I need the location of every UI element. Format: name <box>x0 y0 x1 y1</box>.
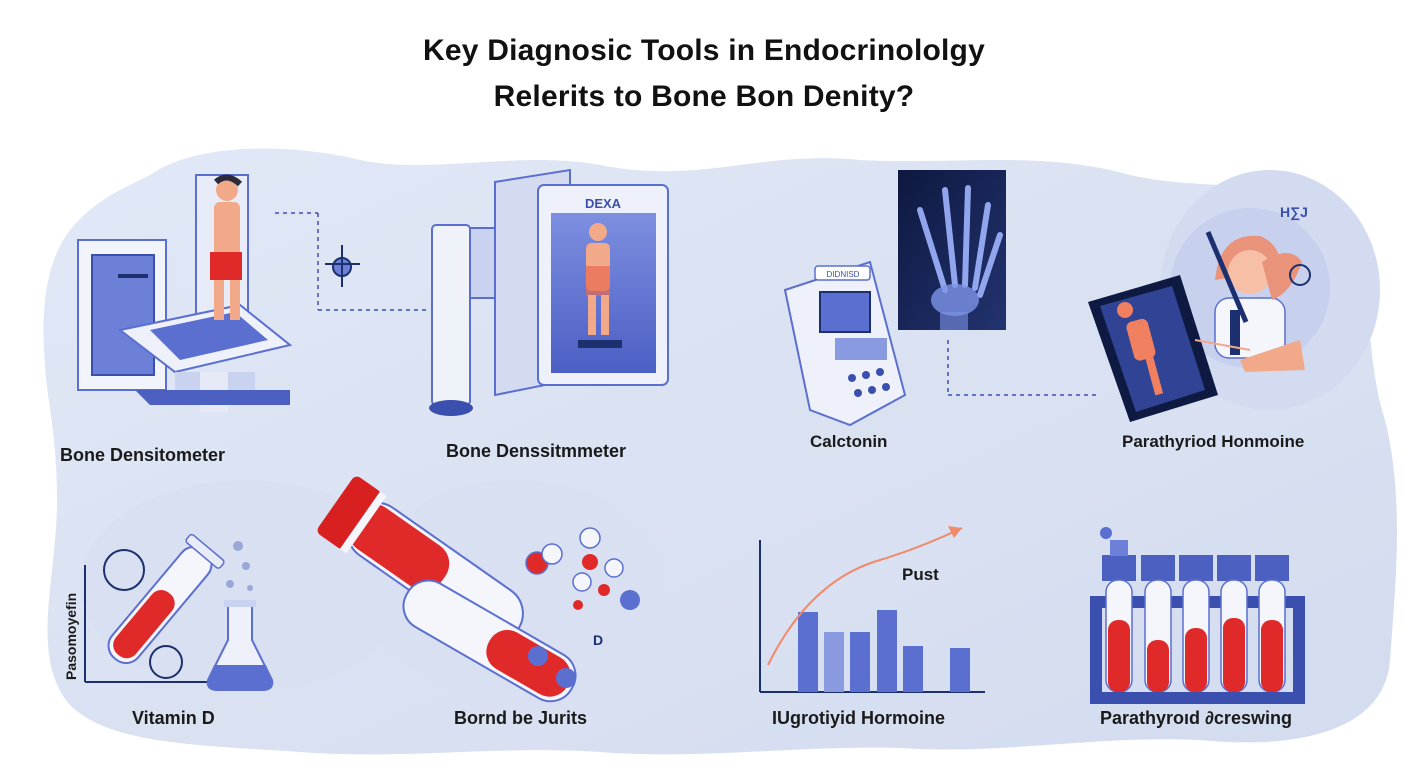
dexa-screen-text: DEXA <box>585 196 622 211</box>
hand-xray-icon <box>898 170 1006 330</box>
label-tube-rack: Parathyroıd ∂creswing <box>1100 708 1292 728</box>
label-thyroid-chart: IUgrotiyid Hormoine <box>772 708 946 728</box>
page-title-line-1: Key Diagnosic Tools in Endocrinololgy <box>423 34 985 67</box>
label-calcitonin: Calctonin <box>810 432 888 451</box>
vitamin-axis-label: Pasomoyefin <box>63 593 79 680</box>
doctor-note-text: H∑J <box>1280 204 1308 221</box>
device-label-text: DIDNISD <box>827 270 860 279</box>
label-bone-densitometer: Bone Densitometer <box>60 445 226 465</box>
curve-label: Pust <box>902 565 939 584</box>
infographic-canvas: DEXA DIDNISD H∑J Pasomoyefin D Pust <box>43 148 1397 755</box>
label-parathyroid: Parathyriod Honmoine <box>1122 432 1305 451</box>
label-vitamin-d: Vitamin D <box>132 708 215 728</box>
label-dexa: Bone Denssitmmeter <box>446 441 627 461</box>
page-title-line-2: Relerits to Bone Bon Denity? <box>493 80 915 113</box>
label-blood: Bornd be Jurits <box>454 708 588 728</box>
marker-d-text: D <box>593 632 603 648</box>
